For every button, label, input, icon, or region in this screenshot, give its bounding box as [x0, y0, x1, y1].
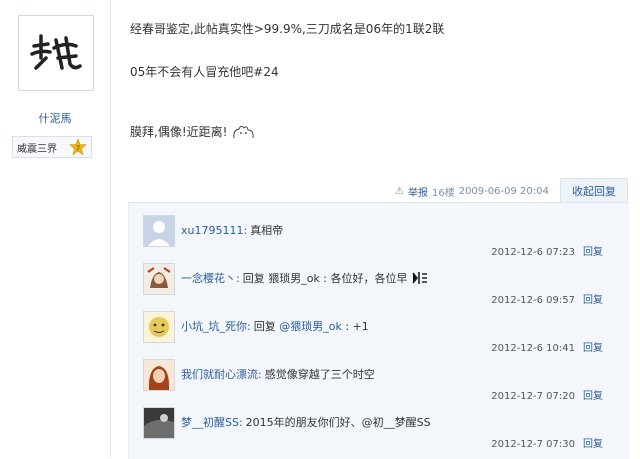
author-sidebar: 什泥馬 威震三界 7 — [0, 0, 111, 458]
list-item: 小坑_坑_死你: 回复 @猥琐男_ok : +1 2012-12-6 10:41 回… — [143, 311, 623, 359]
rank-title: 威震三界 — [17, 143, 57, 155]
author-avatar[interactable] — [18, 15, 94, 91]
commenter-avatar[interactable] — [143, 407, 175, 439]
comment-text: 感觉像穿越了三个时空 — [264, 368, 375, 381]
reply-link[interactable]: 回复 — [583, 391, 603, 402]
commenter-name[interactable]: 梦__初醒SS: — [181, 416, 243, 429]
reply-link[interactable]: 回复 — [583, 439, 603, 450]
reply-link[interactable]: 回复 — [583, 343, 603, 354]
mention-link[interactable]: @猥琐男_ok — [279, 320, 342, 333]
comment-time: 2012-12-6 07:23 — [491, 247, 575, 258]
comment-text: 真相帝 — [250, 224, 284, 237]
rank-level-star-icon: 7 — [69, 138, 87, 156]
commenter-name[interactable]: 小坑_坑_死你: — [181, 320, 251, 333]
comment-text: 2015年的朋友你们好、@初__梦醒SS — [245, 416, 431, 429]
comment-time: 2012-12-6 10:41 — [491, 343, 575, 354]
commenter-avatar[interactable] — [143, 311, 175, 343]
list-item: 梦__初醒SS: 2015年的朋友你们好、@初__梦醒SS 2012-12-7 0… — [143, 407, 623, 455]
commenter-name[interactable]: xu1795111: — [181, 224, 247, 237]
rabbit-emoticon-icon — [231, 124, 257, 140]
commenter-avatar[interactable] — [143, 359, 175, 391]
reply-list: xu1795111: 真相帝 2012-12-6 07:23 回复 一念樱花丶: 回复… — [128, 202, 629, 459]
author-rank-badge: 威震三界 7 — [12, 136, 92, 158]
comment-text-suffix: : +1 — [341, 320, 369, 333]
list-item: 我们就耐心漂流: 感觉像穿越了三个时空 2012-12-7 07:20 回复 — [143, 359, 623, 407]
post-text: 膜拜,偶像!近距离! — [130, 125, 228, 139]
reply-link[interactable]: 回复 — [583, 295, 603, 306]
comment-text-prefix: 回复 — [253, 320, 280, 333]
commenter-name[interactable]: 一念樱花丶: — [181, 272, 240, 285]
warning-icon: ⚠ — [395, 186, 404, 197]
comment-time: 2012-12-7 07:30 — [491, 439, 575, 450]
list-item: 一念樱花丶: 回复 猥琐男_ok : 各位好，各位早 2012-12-6 09:5… — [143, 263, 623, 311]
author-username[interactable]: 什泥馬 — [0, 110, 110, 126]
list-item: xu1795111: 真相帝 2012-12-6 07:23 回复 — [143, 215, 623, 263]
rank-level-number: 7 — [76, 145, 80, 153]
comment-text: 回复 猥琐男_ok : 各位好，各位早 — [242, 272, 408, 285]
reply-link[interactable]: 回复 — [583, 247, 603, 258]
post-text-line: 经春哥鉴定,此帖真实性>99.9%,三刀成名是06年的1联2联 — [130, 22, 445, 36]
collapse-replies-button[interactable]: 收起回复 — [560, 178, 628, 202]
calligraphy-avatar-icon — [30, 34, 82, 70]
commenter-name[interactable]: 我们就耐心漂流: — [181, 368, 262, 381]
post-text-line: 膜拜,偶像!近距离! — [130, 123, 257, 140]
post-text-line: 05年不会有人冒充他吧#24 — [130, 65, 279, 79]
commenter-avatar[interactable] — [143, 215, 175, 247]
comment-time: 2012-12-7 07:20 — [491, 391, 575, 402]
post-datetime: 2009-06-09 20:04 — [458, 186, 549, 197]
report-link[interactable]: 举报 — [408, 184, 428, 199]
commenter-avatar[interactable] — [143, 263, 175, 295]
emoticon-icon — [411, 271, 429, 285]
floor-number: 16楼 — [431, 188, 455, 199]
post-meta: ⚠ 举报 16楼 2009-06-09 20:04 — [395, 184, 549, 199]
comment-time: 2012-12-6 09:57 — [491, 295, 575, 306]
